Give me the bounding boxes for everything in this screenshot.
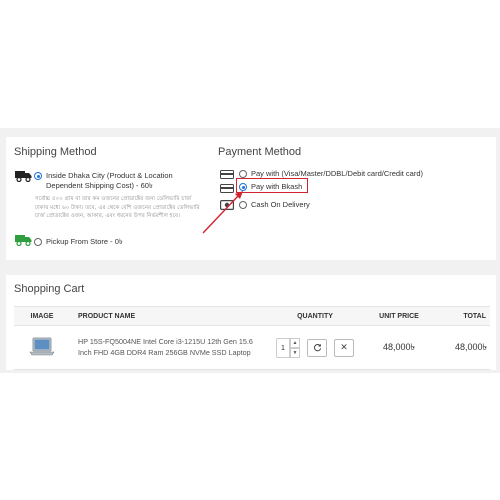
shipping-option-inside-dhaka[interactable]: Inside Dhaka City (Product & Location De… — [34, 171, 199, 191]
pickup-radio[interactable] — [34, 238, 42, 246]
refresh-button[interactable] — [307, 338, 327, 357]
shipping-payment-card: Shipping Method Inside Dhaka City (Produ… — [6, 137, 496, 260]
col-image: IMAGE — [14, 306, 70, 326]
cart-cell-image — [14, 325, 70, 370]
inside-dhaka-label: Inside Dhaka City (Product & Location De… — [46, 171, 173, 191]
store-pickup-icon — [15, 235, 32, 246]
shopping-cart-title: Shopping Cart — [14, 283, 85, 295]
remove-item-button[interactable]: ✕ — [334, 338, 354, 357]
pickup-label: Pickup From Store - 0৳ — [46, 237, 123, 246]
card-payment-radio[interactable] — [239, 170, 247, 178]
cart-cell-total: 48,000৳ — [434, 325, 490, 370]
inside-dhaka-radio[interactable] — [34, 172, 42, 180]
chevron-up-icon[interactable]: ▲ — [290, 337, 300, 348]
shipping-option-pickup[interactable]: Pickup From Store - 0৳ — [34, 237, 123, 247]
col-unit-price: UNIT PRICE — [364, 306, 434, 326]
chevron-down-icon[interactable]: ▼ — [290, 347, 300, 358]
payment-method-title: Payment Method — [218, 146, 302, 158]
product-name-link[interactable]: HP 15S-FQ5004NE Intel Core i3-1215U 12th… — [78, 337, 260, 358]
cart-cell-unit-price: 48,000৳ — [364, 325, 434, 370]
unit-price-value: 48,000৳ — [382, 342, 415, 352]
col-total: TOTAL — [434, 306, 490, 326]
credit-card-icon — [220, 170, 234, 179]
col-product-name: PRODUCT NAME — [70, 306, 266, 326]
col-quantity: QUANTITY — [266, 306, 364, 326]
total-value: 48,000৳ — [454, 342, 487, 352]
shopping-cart-card: Shopping Cart IMAGE PRODUCT NAME QUANTIT… — [6, 275, 496, 370]
cart-cell-quantity: 1 ▲ ▼ ✕ — [266, 325, 364, 370]
delivery-van-icon — [15, 171, 32, 182]
quantity-stepper[interactable]: 1 ▲ ▼ — [276, 337, 300, 358]
close-icon: ✕ — [340, 342, 348, 352]
cart-row: HP 15S-FQ5004NE Intel Core i3-1215U 12th… — [14, 325, 490, 370]
shipping-note: সর্বোচ্চ ৫০০ গ্রাম বা তার কম ওজনের প্রোড… — [35, 196, 200, 220]
annotation-arrow — [202, 191, 243, 234]
refresh-icon — [313, 343, 321, 352]
cart-table: IMAGE PRODUCT NAME QUANTITY UNIT PRICE T… — [14, 306, 490, 370]
bkash-payment-label: Pay with Bkash — [251, 182, 303, 191]
quantity-input[interactable]: 1 — [276, 337, 290, 358]
shipping-method-title: Shipping Method — [14, 146, 97, 158]
cart-cell-product: HP 15S-FQ5004NE Intel Core i3-1215U 12th… — [70, 325, 266, 370]
cart-header-row: IMAGE PRODUCT NAME QUANTITY UNIT PRICE T… — [14, 306, 490, 326]
cod-payment-label: Cash On Delivery — [251, 200, 310, 209]
laptop-image[interactable] — [28, 336, 56, 358]
